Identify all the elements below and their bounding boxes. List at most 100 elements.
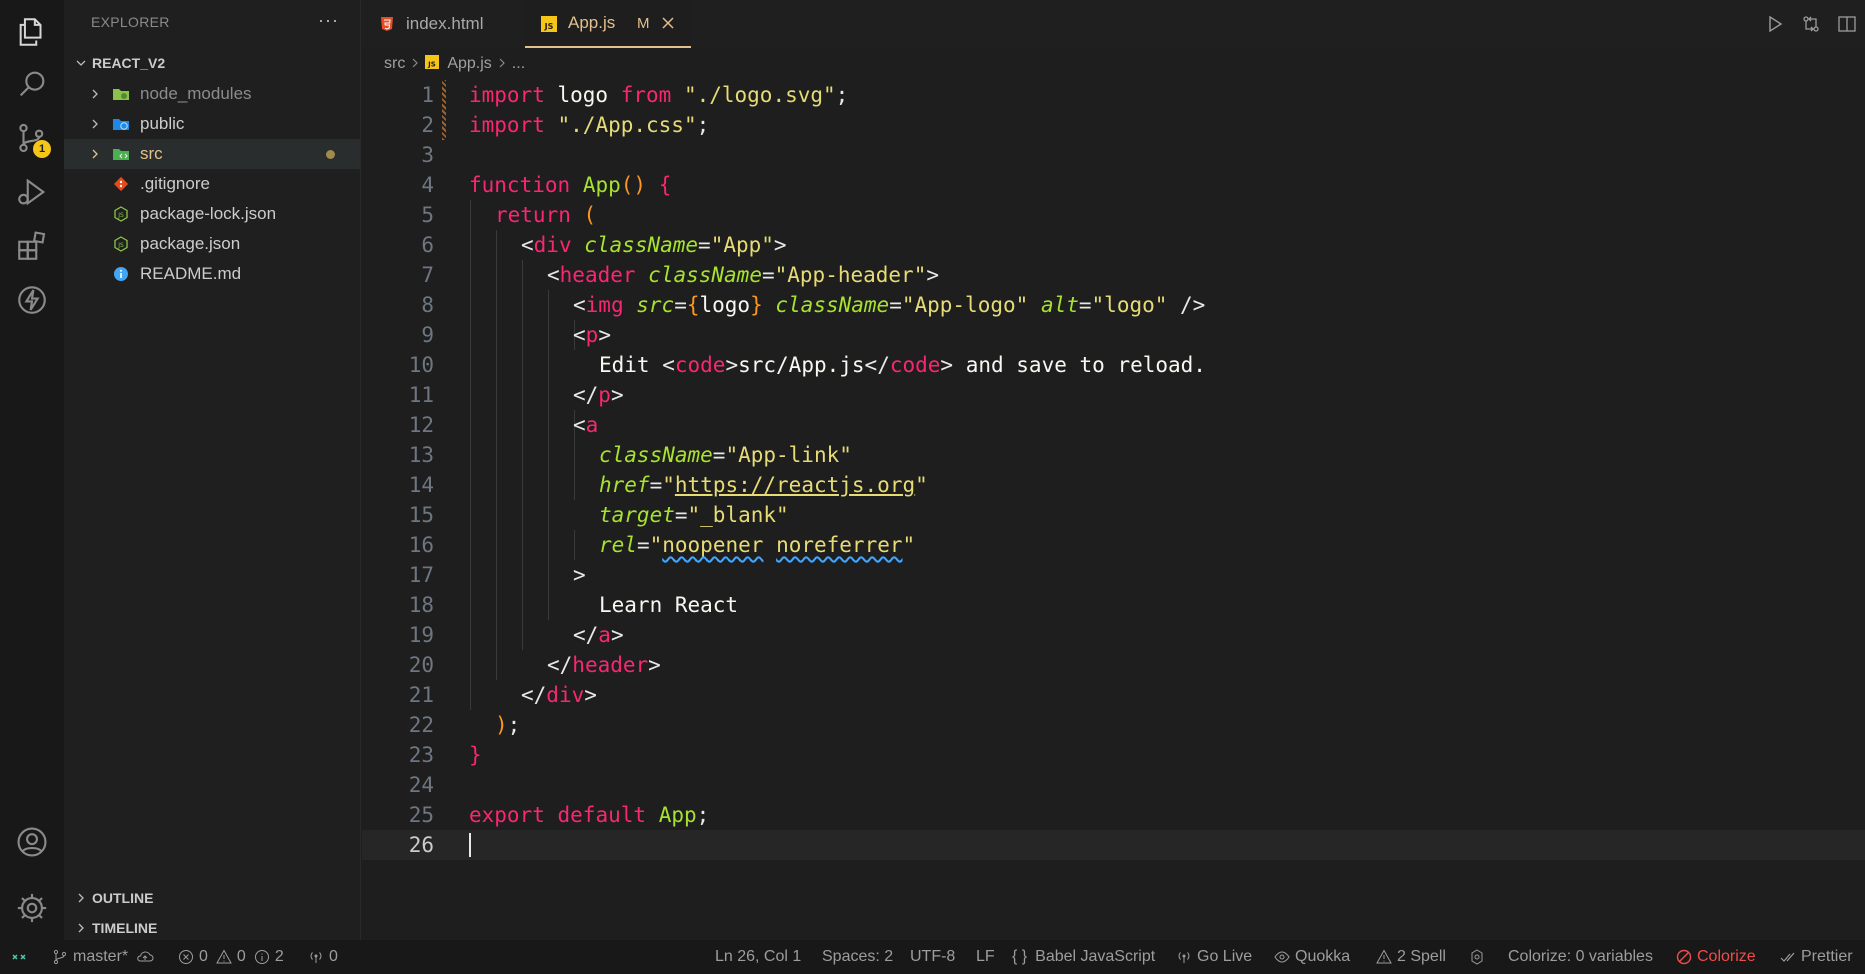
code-token: "./App.css": [557, 113, 697, 137]
code-line: 19 </a>: [362, 620, 1865, 650]
code-token: >: [773, 233, 787, 257]
prettier-button[interactable]: Prettier: [1780, 940, 1853, 974]
code-token: (: [583, 203, 597, 227]
spell-warning-token[interactable]: noreferrer: [776, 533, 902, 557]
quokka-button[interactable]: Quokka: [1274, 940, 1350, 974]
tab-index-html[interactable]: index.html: [362, 0, 524, 48]
chevron-right-icon: [70, 922, 92, 934]
code-token: div: [533, 233, 572, 257]
spell-button[interactable]: 2 Spell: [1376, 940, 1446, 974]
tree-item-package-json[interactable]: JS package.json: [64, 229, 360, 259]
code-token: a: [598, 623, 611, 647]
ports-status[interactable]: 0: [308, 940, 338, 974]
tab-app-js[interactable]: JS App.js M: [525, 0, 691, 48]
code-link[interactable]: https://reactjs.org: [675, 473, 915, 497]
color-palette-icon[interactable]: [1468, 940, 1491, 974]
tree-item-package-lock[interactable]: JS package-lock.json: [64, 199, 360, 229]
code-token: =: [674, 503, 688, 527]
code-token: ": [662, 473, 675, 497]
code-token: ": [649, 533, 663, 557]
code-line: 21 </div>: [362, 680, 1865, 710]
spell-label: 2 Spell: [1397, 948, 1446, 965]
line-number: 21: [408, 683, 434, 707]
split-editor-icon[interactable]: [1829, 10, 1865, 38]
run-icon[interactable]: [1757, 10, 1793, 38]
code-token: import: [469, 113, 545, 137]
code-line: 13 className="App-link": [362, 440, 1865, 470]
code-token: a: [585, 413, 599, 437]
code-token: (): [620, 173, 647, 197]
spell-warning-token[interactable]: noopener: [662, 533, 763, 557]
code-token: "./logo.svg": [683, 83, 836, 107]
tree-item-readme[interactable]: README.md: [64, 259, 360, 289]
code-token: p: [585, 323, 599, 347]
html5-icon: [380, 16, 396, 32]
colorize-variables-status[interactable]: Colorize: 0 variables: [1508, 940, 1653, 974]
remote-icon[interactable]: [10, 940, 33, 974]
go-live-button[interactable]: Go Live: [1176, 940, 1252, 974]
outline-section[interactable]: OUTLINE: [70, 886, 153, 910]
problems-status[interactable]: 0 0 2: [178, 940, 284, 974]
code-token: ": [902, 533, 916, 557]
code-token: rel: [599, 533, 637, 557]
breadcrumb-symbol[interactable]: ...: [512, 55, 525, 73]
breadcrumb-folder[interactable]: src: [384, 55, 405, 73]
code-token: >: [584, 683, 597, 707]
code-line: 17 >: [362, 560, 1865, 590]
code-token: </: [547, 653, 573, 677]
close-icon[interactable]: [660, 15, 676, 36]
indentation-status[interactable]: Spaces: 2: [822, 940, 893, 974]
code-token: logo: [544, 83, 621, 107]
language-mode[interactable]: { } Babel JavaScript: [1012, 940, 1155, 974]
encoding-status[interactable]: UTF-8: [910, 940, 955, 974]
code-token: >: [573, 563, 586, 587]
code-token: logo: [699, 293, 751, 317]
breadcrumb-file[interactable]: App.js: [447, 55, 491, 73]
more-actions-icon[interactable]: ···: [318, 10, 339, 31]
code-line: 18 Learn React: [362, 590, 1865, 620]
code-token: =: [712, 443, 726, 467]
chevron-right-icon: [498, 57, 506, 72]
info-icon: [254, 950, 269, 964]
code-token: Learn React: [599, 593, 739, 617]
timeline-section[interactable]: TIMELINE: [70, 916, 157, 940]
breadcrumb: src JS App.js ...: [384, 52, 525, 76]
tree-item-node-modules[interactable]: node_modules: [64, 79, 360, 109]
account-icon[interactable]: [0, 810, 64, 874]
git-branch-icon: [53, 949, 67, 965]
code-line: 2 import "./App.css";: [362, 110, 1865, 140]
svg-text:JS: JS: [117, 242, 124, 249]
tree-item-public[interactable]: public: [64, 109, 360, 139]
code-line: 25 export default App;: [362, 800, 1865, 830]
branch-status[interactable]: master*: [52, 940, 159, 974]
code-line: 12 <a: [362, 410, 1865, 440]
tree-item-gitignore[interactable]: .gitignore: [64, 169, 360, 199]
line-number: 13: [408, 443, 434, 467]
line-number: 12: [408, 413, 434, 437]
code-editor[interactable]: 1 import logo from "./logo.svg"; 2 import …: [362, 80, 1865, 940]
code-token: "App-header": [774, 263, 927, 287]
colorize-button[interactable]: Colorize: [1676, 940, 1756, 974]
code-token: Edit: [599, 353, 663, 377]
code-token: alt: [1040, 293, 1079, 317]
chevron-right-icon: [88, 147, 102, 161]
tree-item-src[interactable]: src: [64, 139, 360, 169]
workspace-root[interactable]: REACT_V2: [70, 51, 165, 75]
tree-item-label: README.md: [140, 264, 242, 283]
line-number: 3: [421, 143, 434, 167]
line-number: 9: [421, 323, 434, 347]
tree-item-label: src: [140, 144, 163, 163]
lightning-icon[interactable]: [0, 268, 64, 332]
tree-item-label: package.json: [140, 234, 241, 253]
eol-status[interactable]: LF: [976, 940, 995, 974]
compare-changes-icon[interactable]: [1793, 10, 1829, 38]
settings-gear-icon[interactable]: [0, 876, 64, 940]
tab-label: App.js: [568, 13, 616, 32]
code-token: className: [775, 293, 890, 317]
svg-text:JS: JS: [544, 22, 554, 31]
cursor-position[interactable]: Ln 26, Col 1: [715, 940, 801, 974]
code-line: 10 Edit <code>src/App.js</code> and save …: [362, 350, 1865, 380]
